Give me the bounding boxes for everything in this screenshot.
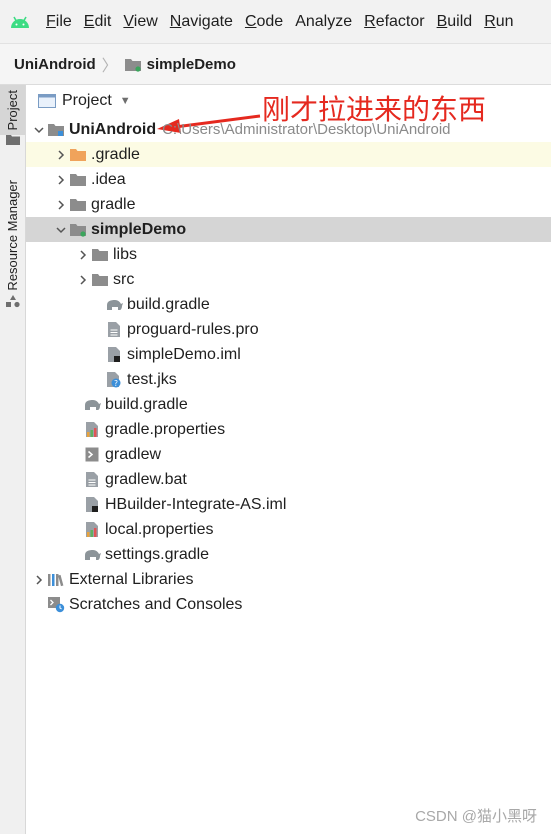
- chevron-down-icon[interactable]: [54, 217, 68, 242]
- gradle-elephant-icon: [82, 392, 102, 417]
- properties-file-icon: [82, 417, 102, 442]
- scratches-icon: [46, 592, 66, 617]
- menu-view[interactable]: View: [117, 13, 163, 31]
- tree-row-idea[interactable]: .idea: [26, 167, 551, 192]
- tree-row-simpledemo-iml[interactable]: simpleDemo.iml: [26, 342, 551, 367]
- chevron-right-icon[interactable]: [76, 242, 90, 267]
- menu-edit[interactable]: Edit: [78, 13, 118, 31]
- orange-folder-icon: [68, 142, 88, 167]
- tree-row-simpledemo[interactable]: simpleDemo: [26, 217, 551, 242]
- chevron-right-icon[interactable]: [32, 567, 46, 592]
- tree-row-libs[interactable]: libs: [26, 242, 551, 267]
- folder-icon: [5, 134, 20, 146]
- menu-run[interactable]: Run: [478, 13, 519, 31]
- folder-icon: [90, 242, 110, 267]
- menu-analyze[interactable]: Analyze: [289, 13, 358, 31]
- android-icon: [0, 0, 40, 43]
- svg-text:?: ?: [114, 379, 118, 388]
- tree-row-local-properties[interactable]: local.properties: [26, 517, 551, 542]
- folder-icon: [68, 192, 88, 217]
- properties-file-icon: [82, 517, 102, 542]
- tab-resource-manager[interactable]: Resource Manager: [0, 180, 25, 308]
- breadcrumb-root[interactable]: UniAndroid 〉: [0, 52, 118, 76]
- chevron-right-icon[interactable]: [54, 192, 68, 217]
- tree-row-external-libraries[interactable]: External Libraries: [26, 567, 551, 592]
- libraries-icon: [46, 567, 66, 592]
- gradle-elephant-icon: [82, 542, 102, 567]
- tree-row-gradle-folder[interactable]: gradle: [26, 192, 551, 217]
- tree-row-uniandroid[interactable]: UniAndroid C:\Users\Administrator\Deskto…: [26, 117, 551, 142]
- breadcrumb: UniAndroid 〉 simpleDemo: [0, 44, 551, 85]
- chevron-right-icon[interactable]: [76, 267, 90, 292]
- tab-project[interactable]: Project: [0, 85, 25, 146]
- breadcrumb-module[interactable]: simpleDemo: [118, 56, 236, 73]
- tree-row-hbuilder-iml[interactable]: HBuilder-Integrate-AS.iml: [26, 492, 551, 517]
- module-folder-icon: [68, 217, 88, 242]
- iml-file-icon: [104, 342, 124, 367]
- tree-row-settings-gradle[interactable]: settings.gradle: [26, 542, 551, 567]
- menu-file[interactable]: File: [40, 13, 78, 31]
- tree-row-dot-gradle[interactable]: .gradle: [26, 142, 551, 167]
- unknown-file-icon: ?: [104, 367, 124, 392]
- chevron-right-icon: 〉: [101, 58, 118, 75]
- watermark: CSDN @猫小黑呀: [415, 808, 537, 825]
- text-file-icon: [104, 317, 124, 342]
- menu-code[interactable]: Code: [239, 13, 289, 31]
- tree-row-gradle-properties[interactable]: gradle.properties: [26, 417, 551, 442]
- chevron-right-icon[interactable]: [54, 142, 68, 167]
- project-view-icon: [38, 94, 56, 108]
- tree-row-gradlew[interactable]: gradlew: [26, 442, 551, 467]
- chevron-right-icon[interactable]: [54, 167, 68, 192]
- text-file-icon: [82, 467, 102, 492]
- chevron-down-icon[interactable]: [32, 117, 46, 142]
- tree-row-module-build-gradle[interactable]: build.gradle: [26, 292, 551, 317]
- gradle-elephant-icon: [104, 292, 124, 317]
- tree-row-proguard[interactable]: proguard-rules.pro: [26, 317, 551, 342]
- tree-row-gradlew-bat[interactable]: gradlew.bat: [26, 467, 551, 492]
- module-folder-icon: [46, 117, 66, 142]
- tree-row-src[interactable]: src: [26, 267, 551, 292]
- menu-refactor[interactable]: Refactor: [358, 13, 430, 31]
- menu-bar: File Edit View Navigate Code Analyze Ref…: [0, 0, 551, 44]
- tree-row-test-jks[interactable]: ? test.jks: [26, 367, 551, 392]
- menu-navigate[interactable]: Navigate: [164, 13, 239, 31]
- resource-manager-icon: [5, 294, 20, 308]
- folder-icon: [90, 267, 110, 292]
- menu-build[interactable]: Build: [431, 13, 479, 31]
- chevron-down-icon: ▼: [119, 95, 131, 107]
- folder-icon: [68, 167, 88, 192]
- module-folder-icon: [124, 57, 142, 72]
- iml-file-icon: [82, 492, 102, 517]
- script-file-icon: [82, 442, 102, 467]
- tree-row-root-build-gradle[interactable]: build.gradle: [26, 392, 551, 417]
- tree-row-scratches[interactable]: Scratches and Consoles: [26, 592, 551, 617]
